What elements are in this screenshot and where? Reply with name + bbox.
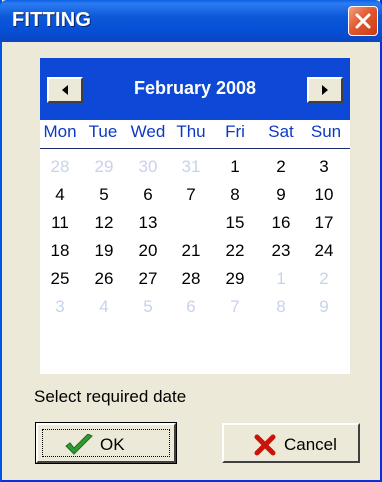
ok-label: OK	[100, 435, 125, 454]
close-button[interactable]	[348, 6, 378, 36]
calendar-day[interactable]: 3	[42, 294, 78, 320]
prev-month-button[interactable]	[47, 77, 83, 103]
calendar-day[interactable]: 28	[42, 154, 78, 180]
triangle-right-icon	[322, 85, 328, 95]
cancel-label: Cancel	[284, 435, 337, 454]
calendar-day[interactable]: 19	[86, 238, 122, 264]
calendar-day[interactable]: 5	[86, 182, 122, 208]
triangle-left-icon	[62, 85, 68, 95]
calendar-day[interactable]: 3	[306, 154, 342, 180]
x-icon	[254, 434, 276, 456]
calendar-day[interactable]: 9	[306, 294, 342, 320]
calendar-day[interactable]: 7	[217, 294, 253, 320]
calendar-day[interactable]: 27	[130, 266, 166, 292]
calendar-day[interactable]: 4	[42, 182, 78, 208]
calendar-day[interactable]: 20	[130, 238, 166, 264]
weekday-sat: Sat	[268, 122, 294, 141]
calendar-day[interactable]: 23	[263, 238, 299, 264]
calendar-day-selected[interactable]: 14	[173, 210, 209, 236]
calendar-day[interactable]: 17	[306, 210, 342, 236]
month-label: February 2008	[133, 78, 257, 98]
weekday-row: Mon Tue Wed Thu Fri Sat Sun	[40, 122, 350, 149]
weekday-mon: Mon	[43, 122, 77, 141]
weekday-sun: Sun	[310, 122, 342, 141]
status-text: Select required date	[34, 387, 187, 406]
calendar-day[interactable]: 16	[263, 210, 299, 236]
checkmark-icon	[65, 434, 93, 455]
calendar-day[interactable]: 12	[86, 210, 122, 236]
calendar-day[interactable]: 2	[306, 266, 342, 292]
close-icon	[355, 13, 371, 29]
calendar-day[interactable]: 2	[263, 154, 299, 180]
calendar: February 2008 Mon Tue Wed Thu Fri Sat Su…	[40, 58, 350, 374]
title-bar[interactable]: FITTING	[0, 0, 382, 42]
weekday-wed: Wed	[130, 122, 166, 141]
calendar-day[interactable]: 1	[217, 154, 253, 180]
selected-day-label: 14	[181, 213, 201, 232]
calendar-day[interactable]: 6	[130, 182, 166, 208]
fitting-dialog: FITTING February 2008 Mon Tue Wed Thu Fr…	[0, 0, 382, 482]
calendar-day[interactable]: 15	[217, 210, 253, 236]
calendar-day[interactable]: 5	[130, 294, 166, 320]
calendar-day[interactable]: 24	[306, 238, 342, 264]
calendar-day[interactable]: 21	[173, 238, 209, 264]
calendar-day[interactable]: 1	[263, 266, 299, 292]
calendar-day[interactable]: 30	[130, 154, 166, 180]
calendar-day[interactable]: 25	[42, 266, 78, 292]
weekday-thu: Thu	[176, 122, 206, 141]
calendar-day[interactable]: 8	[263, 294, 299, 320]
calendar-day[interactable]: 31	[173, 154, 209, 180]
calendar-day[interactable]: 11	[42, 210, 78, 236]
calendar-day[interactable]: 26	[86, 266, 122, 292]
calendar-day[interactable]: 7	[173, 182, 209, 208]
calendar-day[interactable]: 9	[263, 182, 299, 208]
calendar-day[interactable]: 6	[173, 294, 209, 320]
calendar-day[interactable]: 29	[86, 154, 122, 180]
calendar-header: February 2008	[40, 58, 350, 120]
calendar-day[interactable]: 8	[217, 182, 253, 208]
calendar-day[interactable]: 18	[42, 238, 78, 264]
calendar-day[interactable]: 29	[217, 266, 253, 292]
window-title: FITTING	[12, 9, 92, 31]
calendar-day[interactable]: 22	[217, 238, 253, 264]
weekday-fri: Fri	[225, 122, 245, 141]
cancel-button[interactable]: Cancel	[222, 423, 360, 463]
calendar-day[interactable]: 4	[86, 294, 122, 320]
weekday-tue: Tue	[88, 122, 118, 141]
next-month-button[interactable]	[307, 77, 343, 103]
ok-button[interactable]: OK	[35, 422, 177, 464]
calendar-day[interactable]: 10	[306, 182, 342, 208]
calendar-day[interactable]: 13	[130, 210, 166, 236]
calendar-day[interactable]: 28	[173, 266, 209, 292]
